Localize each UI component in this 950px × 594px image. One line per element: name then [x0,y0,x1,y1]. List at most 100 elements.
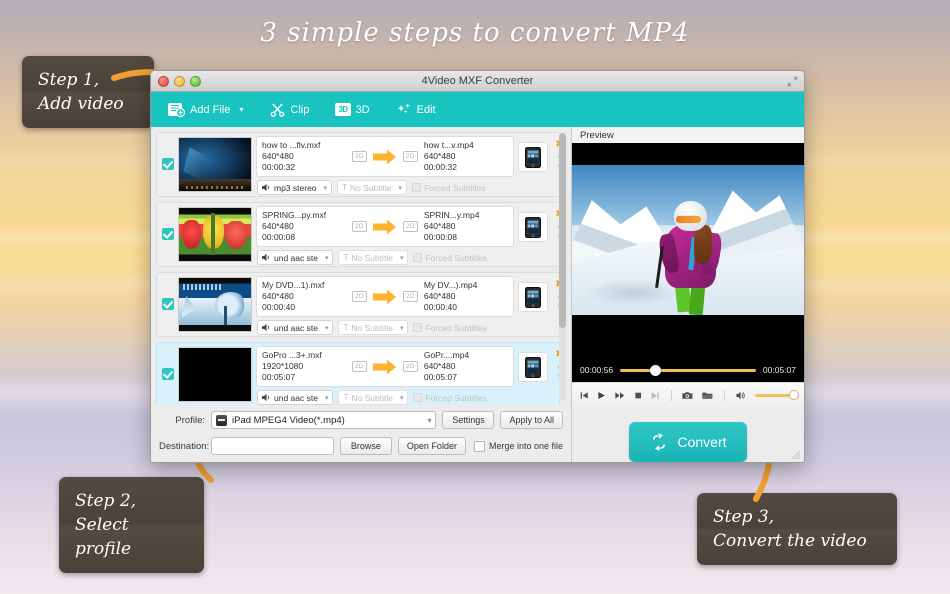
destination-label: Destination: [159,441,205,452]
row-target-name: GoPr....mp4 [424,350,508,361]
row-source-2d-badge: 2D [352,291,367,302]
destination-input[interactable] [211,437,334,455]
convert-arrow-icon [373,359,397,375]
row-meta: GoPro ...3+.mxf 1920*1080 00:05:07 2D 2D… [256,346,514,387]
forced-subtitles-checkbox[interactable]: Forced Subtitles [412,183,485,193]
table-row[interactable]: how to ...flv.mxf 640*480 00:00:32 2D 2D… [156,132,560,197]
forced-subtitles-checkbox[interactable]: Forced Subtitles [413,253,486,263]
file-list-scrollbar[interactable] [559,133,566,401]
player-divider [671,390,672,401]
profile-format-icon [216,415,227,426]
volume-slider[interactable] [755,394,796,397]
row-target-duration: 00:00:32 [424,162,508,173]
output-device-button[interactable] [518,142,548,172]
sparkle-edit-icon [396,102,412,117]
video-preview[interactable] [572,143,804,358]
chevron-down-icon: ▾ [325,394,329,402]
callout-step-2-line2: Select profile [75,513,188,561]
volume-icon[interactable] [736,390,746,401]
callout-step-3: Step 3, Convert the video [697,493,897,565]
row-checkbox[interactable] [162,298,174,310]
output-device-button[interactable] [518,282,548,312]
merge-label: Merge into one file [489,441,563,451]
subtitle-track-select[interactable]: T No Subtitle ▾ [338,390,408,405]
apply-to-all-button[interactable]: Apply to All [500,411,563,429]
output-device-button[interactable] [518,352,548,382]
video-frame-image [572,165,804,315]
row-checkbox[interactable] [162,368,174,380]
audio-track-select[interactable]: und aac ste ▾ [257,250,333,265]
clip-button[interactable]: Clip [263,99,316,120]
profile-value: iPad MPEG4 Video(*.mp4) [232,415,345,426]
file-list-scrollbar-thumb[interactable] [559,133,566,328]
forced-subtitles-box [413,253,422,262]
row-target-info: My DV...).mp4 640*480 00:00:40 [424,280,508,313]
add-file-dropdown-caret-icon[interactable]: ▾ [237,105,251,114]
page-title: 3 simple steps to convert MP4 [0,18,950,48]
previous-icon[interactable] [580,390,588,401]
convert-button[interactable]: Convert [629,422,747,462]
audio-track-select[interactable]: und aac ste ▾ [257,320,333,335]
merge-checkbox-box [474,441,485,452]
close-button[interactable] [158,76,169,87]
total-time: 00:05:07 [763,365,796,375]
row-thumbnail [178,347,252,402]
row-target-2d-badge: 2D [403,291,418,302]
table-row[interactable]: GoPro ...3+.mxf 1920*1080 00:05:07 2D 2D… [156,342,560,405]
preview-pane: Preview [571,127,804,463]
browse-button[interactable]: Browse [340,437,392,455]
audio-track-select[interactable]: und aac ste ▾ [257,390,333,405]
folder-icon[interactable] [702,390,713,401]
seekbar[interactable]: 00:00:56 00:05:07 [572,358,804,382]
zoom-button[interactable] [190,76,201,87]
volume-knob[interactable] [789,390,799,400]
row-source-resolution: 640*480 [262,291,346,302]
row-meta: My DVD...1).mxf 640*480 00:00:40 2D 2D M… [256,276,514,317]
chevron-down-icon: ▾ [400,254,404,262]
fast-forward-icon[interactable] [615,390,625,401]
forced-subtitles-checkbox[interactable]: Forced Subtitles [413,393,486,403]
row-source-name: how to ...flv.mxf [262,140,346,151]
row-source-name: GoPro ...3+.mxf [262,350,346,361]
table-row[interactable]: SPRING...py.mxf 640*480 00:00:08 2D 2D S… [156,202,560,267]
minimize-button[interactable] [174,76,185,87]
chevron-down-icon: ▾ [325,254,329,262]
profile-select[interactable]: iPad MPEG4 Video(*.mp4) ▾ [211,411,436,429]
merge-into-one-file-checkbox[interactable]: Merge into one file [474,441,563,452]
convert-arrow-icon [373,219,397,235]
subtitle-track-select[interactable]: T No Subtitle ▾ [338,250,408,265]
subtitle-track-label: No Subtitle [350,183,392,193]
row-checkbox[interactable] [162,158,174,170]
table-row[interactable]: My DVD...1).mxf 640*480 00:00:40 2D 2D M… [156,272,560,337]
convert-label: Convert [677,434,726,450]
row-track-selectors: mp3 stereo ▾ T No Subtitle ▾ Forced Subt… [256,177,514,195]
edit-button[interactable]: Edit [389,99,443,120]
row-checkbox[interactable] [162,228,174,240]
play-icon[interactable] [597,390,605,401]
resize-grip-icon[interactable] [791,450,801,460]
subtitle-track-label: No Subtitle [351,393,393,403]
three-d-button[interactable]: 3D 3D [328,100,376,119]
convert-area: Convert [572,408,804,462]
camera-icon[interactable] [682,390,693,401]
audio-track-select[interactable]: mp3 stereo ▾ [257,180,332,195]
forced-subtitles-checkbox[interactable]: Forced Subtitles [413,323,486,333]
next-icon[interactable] [651,390,659,401]
window-titlebar[interactable]: 4Video MXF Converter [151,71,804,92]
row-source-name: SPRING...py.mxf [262,210,346,221]
output-device-button[interactable] [518,212,548,242]
speaker-icon [262,183,271,192]
callout-step-1-line2: Add video [38,92,138,116]
row-source-resolution: 640*480 [262,221,346,232]
subtitle-track-select[interactable]: T No Subtitle ▾ [337,180,407,195]
subtitle-track-select[interactable]: T No Subtitle ▾ [338,320,408,335]
edit-label: Edit [417,104,436,116]
stop-icon[interactable] [634,390,642,401]
seek-knob[interactable] [650,365,661,376]
seek-track[interactable] [620,369,756,372]
add-file-button[interactable]: Add File [161,99,237,120]
open-folder-button[interactable]: Open Folder [398,437,466,455]
fullscreen-icon[interactable] [787,76,798,87]
settings-button[interactable]: Settings [442,411,494,429]
row-thumbnail [178,137,252,192]
